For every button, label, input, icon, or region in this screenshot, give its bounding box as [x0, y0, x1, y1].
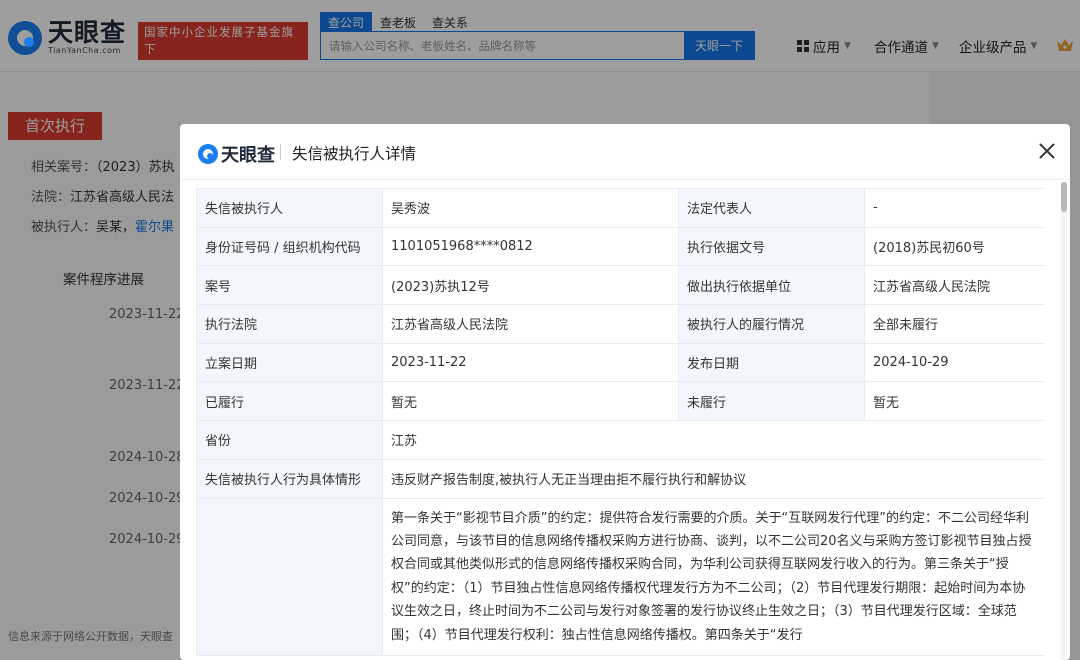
- field-value: 全部未履行: [864, 304, 1044, 344]
- table-row: 案号 (2023)苏执12号 做出执行依据单位 江苏省高级人民法院: [196, 265, 1044, 306]
- scrollbar-track[interactable]: [1061, 182, 1067, 660]
- field-value: (2018)苏民初60号: [864, 226, 1044, 267]
- modal-body[interactable]: 失信被执行人 吴秀波 法定代表人 - 身份证号码 / 组织机构代码 1101051968*…: [196, 188, 1044, 660]
- field-value: (2023)苏执12号: [382, 265, 679, 306]
- field-label: 省份: [196, 420, 383, 460]
- field-value: 违反财产报告制度,被执行人无正当理由拒不履行执行和解协议: [382, 458, 1044, 499]
- field-label: 失信被执行人: [196, 188, 383, 228]
- field-label: 失信被执行人行为具体情形: [196, 458, 383, 499]
- field-label: 法定代表人: [678, 188, 865, 228]
- field-label: 被执行人的履行情况: [678, 304, 865, 344]
- table-row: 失信被执行人行为具体情形 违反财产报告制度,被执行人无正当理由拒不履行执行和解协…: [196, 458, 1044, 499]
- modal-logo: 天眼查: [198, 141, 275, 167]
- dishonest-detail-modal: 天眼查 失信被执行人详情 失信被执行人 吴秀波 法定代表人 - 身份证号码 / 组织机构…: [180, 124, 1070, 660]
- field-value: 暂无: [864, 381, 1044, 422]
- field-value: 江苏省高级人民法院: [864, 265, 1044, 306]
- field-value: 1101051968****0812: [382, 226, 679, 267]
- table-row: 立案日期 2023-11-22 发布日期 2024-10-29: [196, 342, 1044, 383]
- field-value: 江苏省高级人民法院: [382, 304, 679, 344]
- field-label: 已履行: [196, 381, 383, 422]
- field-label: 案号: [196, 265, 383, 306]
- modal-logo-text: 天眼查: [221, 145, 275, 166]
- field-label-empty: [196, 497, 383, 656]
- field-value: 2023-11-22: [382, 342, 679, 383]
- table-row: 第一条关于“影视节目介质”的约定：提供符合发行需要的介质。关于“互联网发行代理”…: [196, 497, 1044, 656]
- field-label: 身份证号码 / 组织机构代码: [196, 226, 383, 267]
- table-row: 失信被执行人 吴秀波 法定代表人 -: [196, 188, 1044, 228]
- field-value: 江苏: [382, 420, 1044, 460]
- field-value: 吴秀波: [382, 188, 679, 228]
- modal-title: 失信被执行人详情: [292, 145, 417, 163]
- field-label: 立案日期: [196, 342, 383, 383]
- field-value: -: [864, 188, 1044, 228]
- table-row: 身份证号码 / 组织机构代码 1101051968****0812 执行依据文号 (2…: [196, 226, 1044, 267]
- field-label: 做出执行依据单位: [678, 265, 865, 306]
- field-value: 暂无: [382, 381, 679, 422]
- field-value: 2024-10-29: [864, 342, 1044, 383]
- field-label: 执行法院: [196, 304, 383, 344]
- detail-table: 失信被执行人 吴秀波 法定代表人 - 身份证号码 / 组织机构代码 1101051968*…: [196, 188, 1044, 656]
- table-row: 省份 江苏: [196, 420, 1044, 460]
- field-label: 未履行: [678, 381, 865, 422]
- field-label: 执行依据文号: [678, 226, 865, 267]
- header-divider: [280, 144, 281, 160]
- table-row: 执行法院 江苏省高级人民法院 被执行人的履行情况 全部未履行: [196, 304, 1044, 344]
- eye-logo-icon: [198, 144, 218, 164]
- field-label: 发布日期: [678, 342, 865, 383]
- modal-header: 天眼查 失信被执行人详情: [180, 124, 1070, 180]
- scrollbar-thumb[interactable]: [1061, 182, 1067, 212]
- table-row: 已履行 暂无 未履行 暂无: [196, 381, 1044, 422]
- close-icon[interactable]: [1038, 142, 1056, 160]
- agreement-detail-text: 第一条关于“影视节目介质”的约定：提供符合发行需要的介质。关于“互联网发行代理”…: [382, 497, 1044, 656]
